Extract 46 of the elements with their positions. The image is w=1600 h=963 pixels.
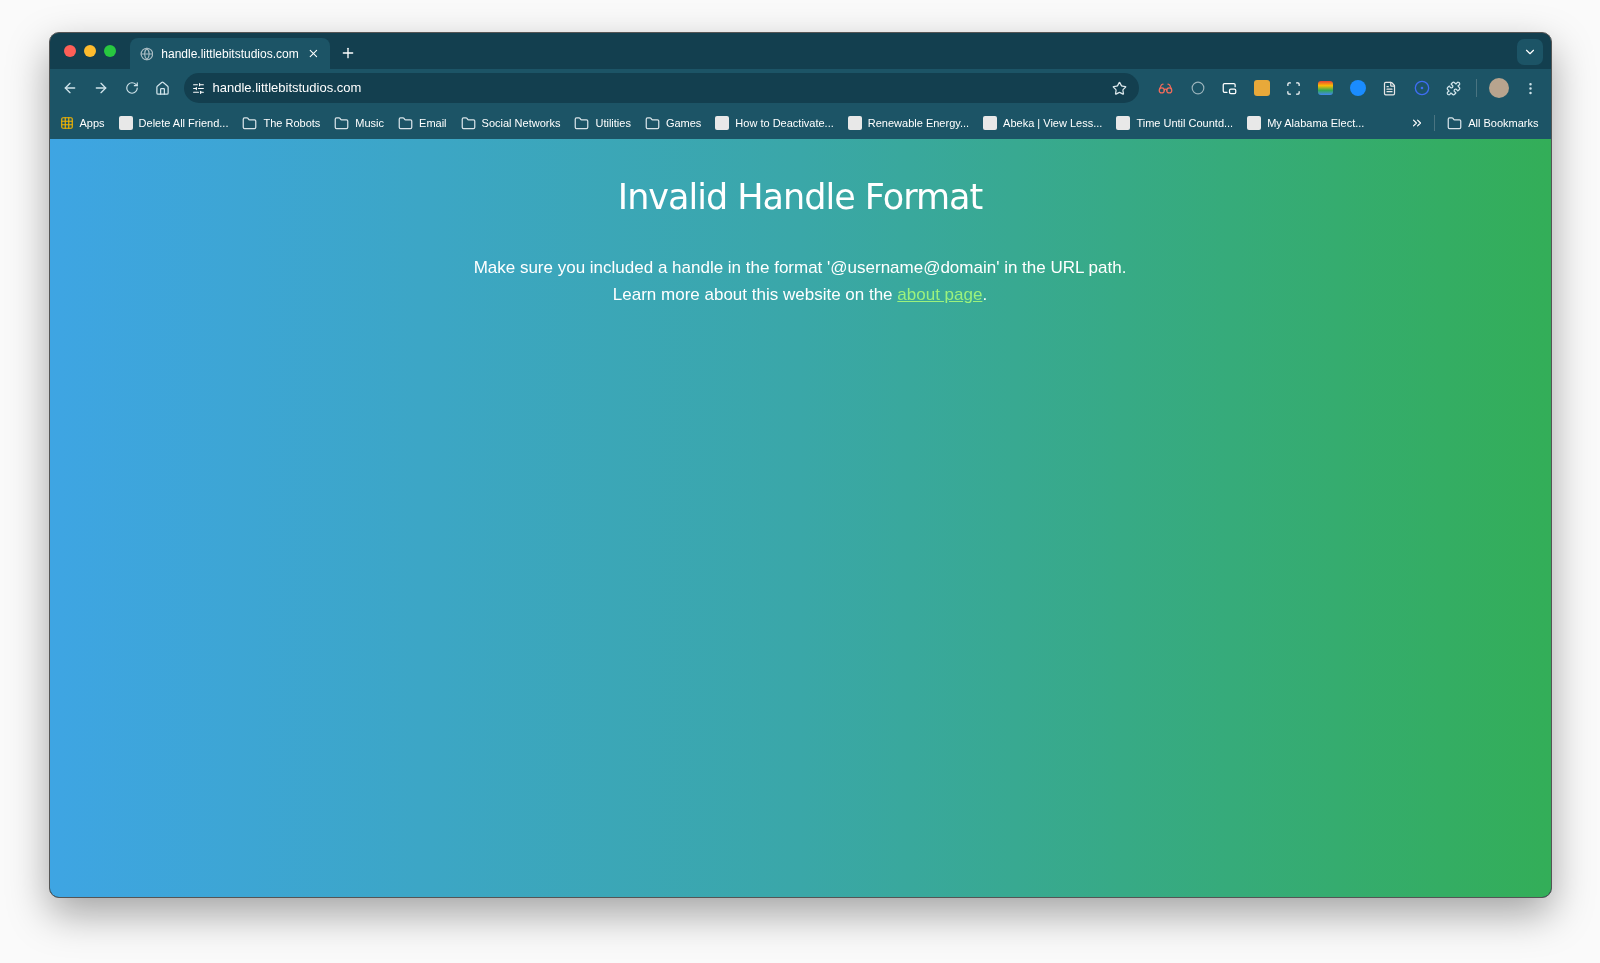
folder-icon [644,115,660,131]
site-favicon-icon [715,116,730,130]
bookmark-item[interactable]: Email [398,114,447,132]
page-title: Invalid Handle Format [617,176,983,219]
bookmark-item[interactable]: Abeka | View Less... [983,114,1103,132]
profile-avatar[interactable] [1488,78,1509,98]
site-settings-icon[interactable] [191,81,205,95]
bookmark-item[interactable]: Delete All Friend... [118,114,229,132]
apps-grid-icon [59,116,74,130]
instruction-text: Make sure you included a handle in the format '@username@domain' in the URL path. [473,256,1127,279]
bookmark-item[interactable]: Renewable Energy... [847,114,970,132]
bookmark-item[interactable]: Games [644,114,702,132]
bookmark-star-icon[interactable] [1111,80,1127,96]
all-bookmarks-item[interactable]: All Bookmarks [1447,114,1539,132]
bookmark-item[interactable]: My Alabama Elect... [1247,114,1365,132]
close-window-button[interactable] [63,45,76,57]
zoom-window-button[interactable] [103,45,116,57]
bookmark-item[interactable]: How to Deactivate... [715,114,834,132]
bookmark-item[interactable]: Utilities [574,114,631,132]
folder-icon [334,115,350,131]
reload-icon [124,81,139,95]
minimize-window-button[interactable] [83,45,96,57]
folder-icon [242,115,258,131]
tab-title: handle.littlebitstudios.com [161,45,299,63]
url-text: handle.littlebitstudios.com [212,79,363,98]
site-favicon-icon [118,116,133,130]
period-text: . [982,283,988,306]
site-favicon-icon [983,116,998,130]
browser-tab[interactable]: handle.littlebitstudios.com [129,38,330,69]
about-text: Learn more about this website on the [612,283,894,306]
bookmark-item[interactable]: The Robots [242,114,321,132]
folder-icon [574,115,590,131]
folder-icon [1447,115,1463,131]
bookmark-item[interactable]: Social Networks [460,114,561,132]
tab-search-button[interactable] [1516,39,1543,65]
bookmark-item[interactable]: Music [334,114,385,132]
globe-icon [139,46,154,61]
site-favicon-icon [847,116,862,130]
bookmark-item[interactable]: Apps [59,114,105,132]
folder-icon [460,115,476,131]
home-icon [155,80,170,96]
address-bar[interactable]: handle.littlebitstudios.com [183,73,1139,103]
bookmark-item[interactable]: Time Until Countd... [1116,114,1234,132]
folder-icon [398,115,414,131]
site-favicon-icon [1247,116,1262,130]
site-favicon-icon [1116,116,1131,130]
